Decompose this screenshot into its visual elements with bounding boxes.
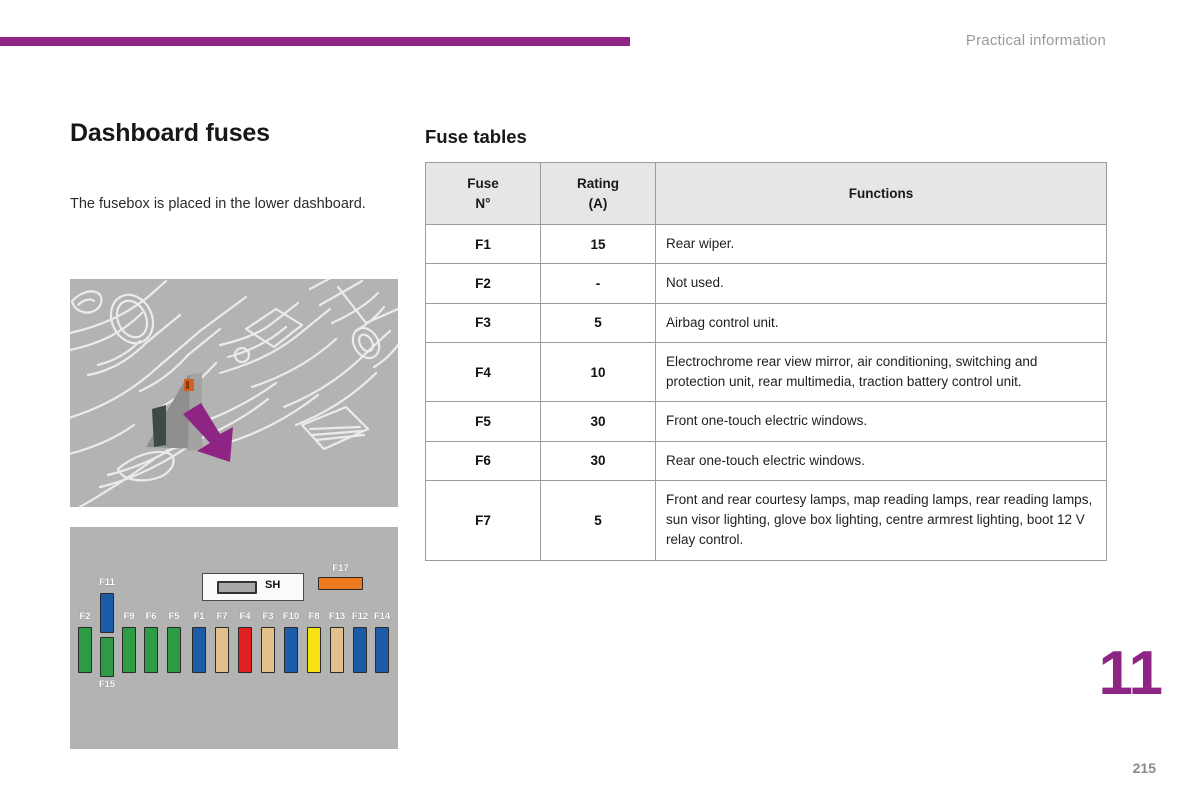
cell-functions: Front one-touch electric windows. [656, 402, 1107, 441]
fuse-label-f5: F5 [160, 611, 188, 622]
fuse-slot-f6 [144, 627, 158, 673]
fuse-slot-f12 [353, 627, 367, 673]
fuse-slot-f5 [167, 627, 181, 673]
cell-rating: 5 [541, 480, 656, 560]
cell-fuse-no: F4 [426, 342, 541, 402]
column-header-rating: Rating (A) [541, 163, 656, 225]
cell-rating: 5 [541, 303, 656, 342]
right-column: Fuse tables Fuse N° Rating (A) Functions… [425, 126, 1106, 561]
fuse-slot-f15 [100, 637, 114, 677]
fuse-slot-f8 [307, 627, 321, 673]
fusebox-layout-diagram: SH F17 F2F11F15F9F6F5F1F7F4F3F10F8F13F12… [70, 527, 398, 749]
fuse-slot-f11 [100, 593, 114, 633]
cell-fuse-no: F1 [426, 225, 541, 264]
dashboard-fusebox-location-illustration [70, 279, 398, 507]
fuse-slot-f7 [215, 627, 229, 673]
cell-fuse-no: F3 [426, 303, 541, 342]
table-row: F115Rear wiper. [426, 225, 1107, 264]
fuse-table-body: F115Rear wiper.F2-Not used.F35Airbag con… [426, 225, 1107, 561]
column-header-rating-line1: Rating [577, 176, 619, 191]
fuse-slot-f3 [261, 627, 275, 673]
fuse-slot-f9 [122, 627, 136, 673]
table-row: F2-Not used. [426, 264, 1107, 303]
fuse-slot-group: F2F11F15F9F6F5F1F7F4F3F10F8F13F12F14 [70, 527, 398, 749]
fuse-slot-f13 [330, 627, 344, 673]
cell-functions: Front and rear courtesy lamps, map readi… [656, 480, 1107, 560]
cell-fuse-no: F2 [426, 264, 541, 303]
cell-functions: Not used. [656, 264, 1107, 303]
fuse-slot-f10 [284, 627, 298, 673]
table-row: F530Front one-touch electric windows. [426, 402, 1107, 441]
fuse-slot-f4 [238, 627, 252, 673]
table-row: F75Front and rear courtesy lamps, map re… [426, 480, 1107, 560]
fuse-label-f2: F2 [71, 611, 99, 622]
fuse-table: Fuse N° Rating (A) Functions F115Rear wi… [425, 162, 1107, 561]
column-header-functions: Functions [656, 163, 1107, 225]
cell-functions: Rear one-touch electric windows. [656, 441, 1107, 480]
cell-fuse-no: F5 [426, 402, 541, 441]
fuse-slot-f2 [78, 627, 92, 673]
chapter-number: 11 [1098, 643, 1162, 705]
dashboard-line-art [70, 279, 398, 507]
intro-paragraph: The fusebox is placed in the lower dashb… [70, 194, 366, 214]
cell-functions: Rear wiper. [656, 225, 1107, 264]
cell-functions: Airbag control unit. [656, 303, 1107, 342]
cell-rating: 30 [541, 402, 656, 441]
fuse-label-f15: F15 [93, 679, 121, 690]
cell-fuse-no: F7 [426, 480, 541, 560]
fuse-label-f14: F14 [368, 611, 396, 622]
fuse-slot-f14 [375, 627, 389, 673]
page-number: 215 [1133, 760, 1156, 776]
cell-rating: 30 [541, 441, 656, 480]
cell-rating: - [541, 264, 656, 303]
table-row: F630Rear one-touch electric windows. [426, 441, 1107, 480]
header-section-title: Practical information [966, 32, 1106, 49]
table-header-row: Fuse N° Rating (A) Functions [426, 163, 1107, 225]
header-accent-rule [0, 37, 630, 46]
column-header-rating-line2: (A) [589, 196, 608, 211]
column-header-fuse-no-line1: Fuse [467, 176, 499, 191]
column-header-fuse-no-line2: N° [475, 196, 490, 211]
column-header-fuse-no: Fuse N° [426, 163, 541, 225]
fuse-slot-f1 [192, 627, 206, 673]
page-title: Dashboard fuses [70, 120, 400, 148]
cell-functions: Electrochrome rear view mirror, air cond… [656, 342, 1107, 402]
table-row: F35Airbag control unit. [426, 303, 1107, 342]
cell-fuse-no: F6 [426, 441, 541, 480]
left-column: Dashboard fuses The fusebox is placed in… [70, 120, 400, 148]
fuse-label-f11: F11 [93, 577, 121, 588]
fuse-tables-title: Fuse tables [425, 126, 1106, 148]
cell-rating: 15 [541, 225, 656, 264]
table-row: F410Electrochrome rear view mirror, air … [426, 342, 1107, 402]
cell-rating: 10 [541, 342, 656, 402]
